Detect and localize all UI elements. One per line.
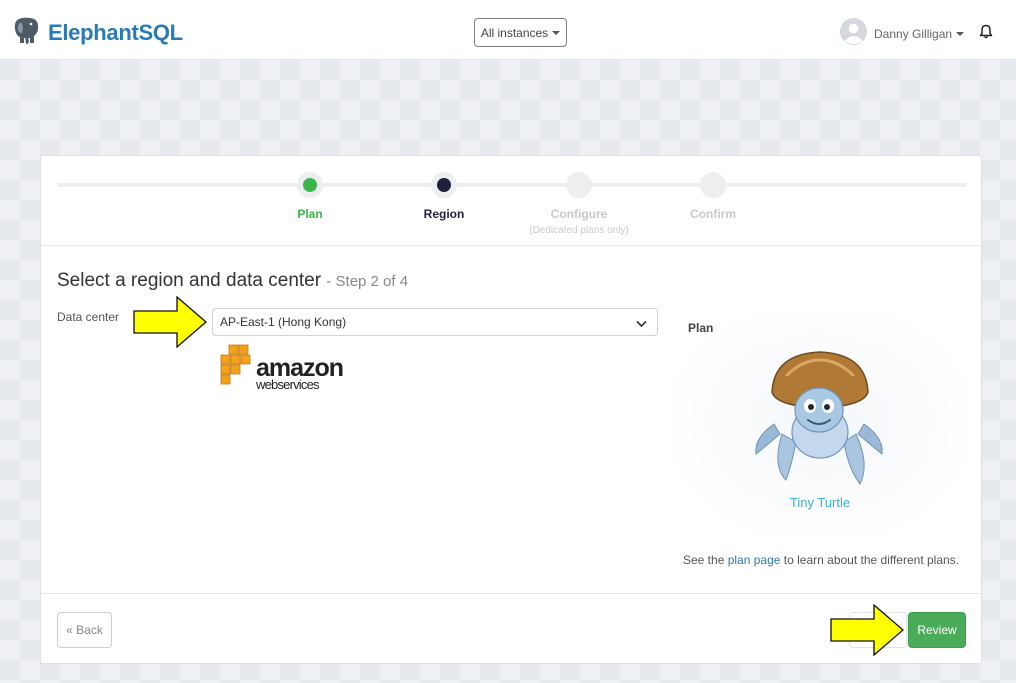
data-center-select[interactable]: AP-East-1 (Hong Kong) [212, 308, 658, 336]
step-region[interactable]: Region [374, 172, 514, 221]
annotation-arrow-icon [133, 296, 207, 348]
step-configure: Configure (Dedicated plans only) [509, 172, 649, 236]
caret-down-icon [956, 32, 965, 36]
data-center-value: AP-East-1 (Hong Kong) [220, 315, 347, 329]
step-confirm: Confirm [643, 172, 783, 221]
plan-name: Tiny Turtle [789, 495, 851, 510]
plan-note-prefix: See the [683, 553, 725, 567]
step-plan[interactable]: Plan [240, 172, 380, 221]
step-sublabel-configure: (Dedicated plans only) [529, 225, 629, 236]
data-center-label: Data center [57, 310, 120, 324]
app-name: ElephantSQL [48, 19, 183, 45]
page-title: Select a region and data center - Step 2… [57, 270, 408, 292]
aws-cubes-icon [219, 344, 253, 391]
aws-logo: amazon webservices [219, 344, 344, 391]
plan-label: Plan [688, 321, 714, 335]
step-dot-plan [297, 172, 323, 198]
review-button[interactable]: Review [908, 612, 966, 648]
all-instances-label: All instances [480, 25, 549, 40]
chevron-down-icon [636, 317, 647, 331]
create-instance-card: Plan Region Configure (Dedicated plans o… [40, 155, 982, 664]
avatar [840, 18, 867, 50]
user-menu[interactable]: Danny Gilligan [840, 18, 965, 50]
caret-down-icon [552, 30, 561, 35]
step-label-region: Region [423, 207, 465, 221]
plan-summary-panel: Plan Tiny Turtle [672, 308, 968, 538]
top-navbar: ElephantSQL All instances Danny Gilligan [0, 0, 1016, 60]
wizard-stepper: Plan Region Configure (Dedicated plans o… [41, 156, 981, 246]
step-dot-configure [566, 172, 592, 198]
plan-note: See the plan page to learn about the dif… [683, 553, 959, 567]
step-dot-region [431, 172, 457, 198]
user-name: Danny Gilligan [874, 27, 953, 41]
step-label-configure: Configure [550, 207, 608, 221]
all-instances-dropdown[interactable]: All instances [474, 18, 567, 47]
plan-page-link[interactable]: plan page [728, 553, 781, 567]
app-logo[interactable]: ElephantSQL [12, 15, 183, 50]
page-title-text: Select a region and data center [57, 270, 322, 291]
turtle-mascot-icon [752, 346, 888, 491]
bell-icon[interactable] [979, 24, 993, 44]
step-indicator: - Step 2 of 4 [326, 273, 409, 290]
step-label-confirm: Confirm [690, 207, 736, 221]
step-dot-confirm [700, 172, 726, 198]
elephant-icon [12, 15, 42, 50]
aws-logo-word: amazon [256, 354, 344, 382]
plan-note-suffix: to learn about the different plans. [783, 553, 960, 567]
back-button[interactable]: « Back [57, 612, 112, 648]
annotation-arrow-icon [830, 604, 904, 656]
step-label-plan: Plan [297, 207, 323, 221]
